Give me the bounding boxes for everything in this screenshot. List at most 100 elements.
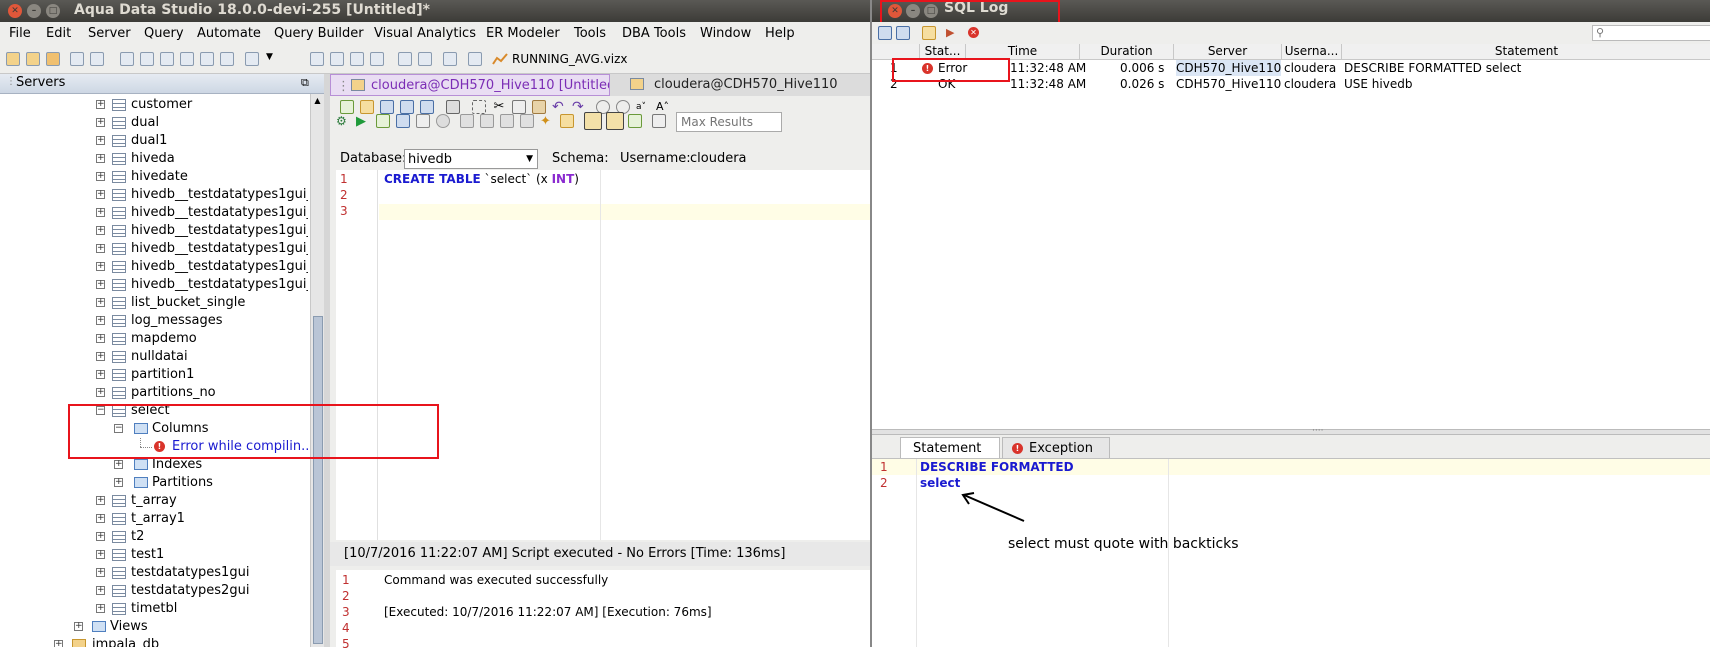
menu-visual-analytics[interactable]: Visual Analytics <box>374 26 476 41</box>
menu-automate[interactable]: Automate <box>197 26 261 41</box>
menu-edit[interactable]: Edit <box>46 26 71 41</box>
undo-icon[interactable]: ↶ <box>552 100 566 114</box>
print-icon[interactable] <box>446 100 460 114</box>
new-query-icon[interactable] <box>340 100 354 114</box>
tree-node[interactable]: + mapdemo <box>0 330 308 348</box>
font-decrease-icon[interactable]: a˅ <box>636 100 650 114</box>
chevron-down-icon[interactable]: ▼ <box>266 52 280 66</box>
expand-icon[interactable]: + <box>96 298 105 307</box>
col-header-duration[interactable]: Duration <box>1080 44 1174 60</box>
tree-node[interactable]: + t_array <box>0 492 308 510</box>
register-server-icon[interactable] <box>46 52 60 66</box>
pin-icon[interactable] <box>560 114 574 128</box>
save-icon[interactable] <box>380 100 394 114</box>
expand-icon[interactable]: + <box>96 604 105 613</box>
schema-script-icon[interactable] <box>180 52 194 66</box>
expand-icon[interactable]: + <box>96 136 105 145</box>
stop-icon[interactable] <box>436 114 450 128</box>
tree-node[interactable]: + t2 <box>0 528 308 546</box>
tree-node[interactable]: + timetbl <box>0 600 308 618</box>
refresh-log-icon[interactable] <box>878 26 892 40</box>
col-header-username[interactable]: Userna... <box>1282 44 1342 60</box>
expand-icon[interactable]: + <box>74 622 83 631</box>
tree-node[interactable]: + hivedb__testdatatypes1gui_i <box>0 186 308 204</box>
save-log-icon[interactable] <box>896 26 910 40</box>
wand-icon[interactable]: ✦ <box>540 114 554 129</box>
execute-current-icon[interactable] <box>376 114 390 128</box>
expand-icon[interactable]: + <box>96 586 105 595</box>
close-window-button[interactable]: ✕ <box>8 4 22 18</box>
expand-icon[interactable]: + <box>96 190 105 199</box>
results-text-toggle[interactable] <box>606 112 624 130</box>
menu-file[interactable]: File <box>9 26 31 41</box>
menu-window[interactable]: Window <box>700 26 751 41</box>
page-icon[interactable] <box>245 52 259 66</box>
toolbar-file-label[interactable]: RUNNING_AVG.vizx <box>512 52 628 66</box>
menu-tools[interactable]: Tools <box>574 26 606 41</box>
open-file-icon[interactable] <box>360 100 374 114</box>
tab-exception[interactable]: ! Exception <box>1002 437 1110 458</box>
image-icon[interactable] <box>443 52 457 66</box>
tree-node[interactable]: + hivedb__testdatatypes1gui_t <box>0 240 308 258</box>
tree-node[interactable]: + customer <box>0 96 308 114</box>
minimize-window-button[interactable]: – <box>27 4 41 18</box>
tree-node[interactable]: + hivedb__testdatatypes1gui_u <box>0 258 308 276</box>
log-search-input[interactable]: ⚲ <box>1592 25 1710 41</box>
menu-help[interactable]: Help <box>765 26 795 41</box>
expand-icon[interactable]: + <box>96 244 105 253</box>
tree-scrollbar[interactable]: ▲ <box>310 94 324 647</box>
tree-node[interactable]: + partition1 <box>0 366 308 384</box>
run-icon[interactable]: ▶ <box>946 26 960 40</box>
sql-editor[interactable]: 1 2 3 CREATE TABLE `select` (x INT) <box>336 170 870 540</box>
history-icon[interactable] <box>220 52 234 66</box>
results-chart-icon[interactable] <box>628 114 642 128</box>
execute-edit-icon[interactable] <box>396 114 410 128</box>
restore-panel-icon[interactable]: ⧉ <box>301 76 309 90</box>
expand-icon[interactable]: + <box>96 280 105 289</box>
chart-icon[interactable] <box>468 52 482 66</box>
tab-second[interactable]: cloudera@CDH570_Hive110 <box>614 74 870 96</box>
save-as-icon[interactable] <box>400 100 414 114</box>
window-split-icon[interactable] <box>350 52 364 66</box>
maximize-window-button[interactable]: □ <box>46 4 60 18</box>
col-header-statement[interactable]: Statement <box>1342 44 1710 60</box>
expand-icon[interactable]: + <box>54 640 63 647</box>
tree-node[interactable]: + nulldatai <box>0 348 308 366</box>
expand-icon[interactable]: + <box>96 568 105 577</box>
tree-node[interactable]: + impala_db <box>0 636 308 647</box>
tree-node[interactable]: + test1 <box>0 546 308 564</box>
table-data-icon[interactable] <box>200 52 214 66</box>
tree-node[interactable]: + list_bucket_single <box>0 294 308 312</box>
tree-node[interactable]: + testdatatypes1gui <box>0 564 308 582</box>
menu-er-modeler[interactable]: ER Modeler <box>486 26 560 41</box>
select-all-icon[interactable] <box>472 100 486 114</box>
expand-icon[interactable]: + <box>96 496 105 505</box>
export-icon[interactable] <box>652 114 666 128</box>
paste-icon[interactable] <box>532 100 546 114</box>
query-analyzer-icon[interactable] <box>140 52 154 66</box>
expand-icon[interactable]: + <box>96 334 105 343</box>
indent-icon[interactable] <box>500 114 514 128</box>
tree-node[interactable]: + hivedate <box>0 168 308 186</box>
scroll-up-icon[interactable]: ▲ <box>312 96 323 105</box>
expand-icon[interactable]: + <box>114 460 123 469</box>
expand-icon[interactable]: + <box>96 262 105 271</box>
clear-errors-icon[interactable]: ✕ <box>968 27 979 38</box>
query-window-icon[interactable] <box>120 52 134 66</box>
disconnect-icon[interactable] <box>90 52 104 66</box>
font-increase-icon[interactable]: A˄ <box>656 100 670 114</box>
list-icon[interactable] <box>418 52 432 66</box>
tree-node[interactable]: + hivedb__testdatatypes1gui_r <box>0 222 308 240</box>
compare-icon[interactable] <box>160 52 174 66</box>
expand-icon[interactable]: + <box>96 388 105 397</box>
grid-icon[interactable] <box>310 52 324 66</box>
tree-node[interactable]: + partitions_no <box>0 384 308 402</box>
expand-icon[interactable]: + <box>96 226 105 235</box>
menu-dba-tools[interactable]: DBA Tools <box>622 26 686 41</box>
expand-icon[interactable]: + <box>96 316 105 325</box>
tree-node[interactable]: + dual <box>0 114 308 132</box>
tree-node[interactable]: + dual1 <box>0 132 308 150</box>
execute-all-icon[interactable]: ⚙ <box>336 114 350 128</box>
tab-untitled[interactable]: ⋮ cloudera@CDH570_Hive110 [Untitled]* ✕ <box>330 74 610 96</box>
execute-icon[interactable]: ▶ <box>356 114 370 129</box>
